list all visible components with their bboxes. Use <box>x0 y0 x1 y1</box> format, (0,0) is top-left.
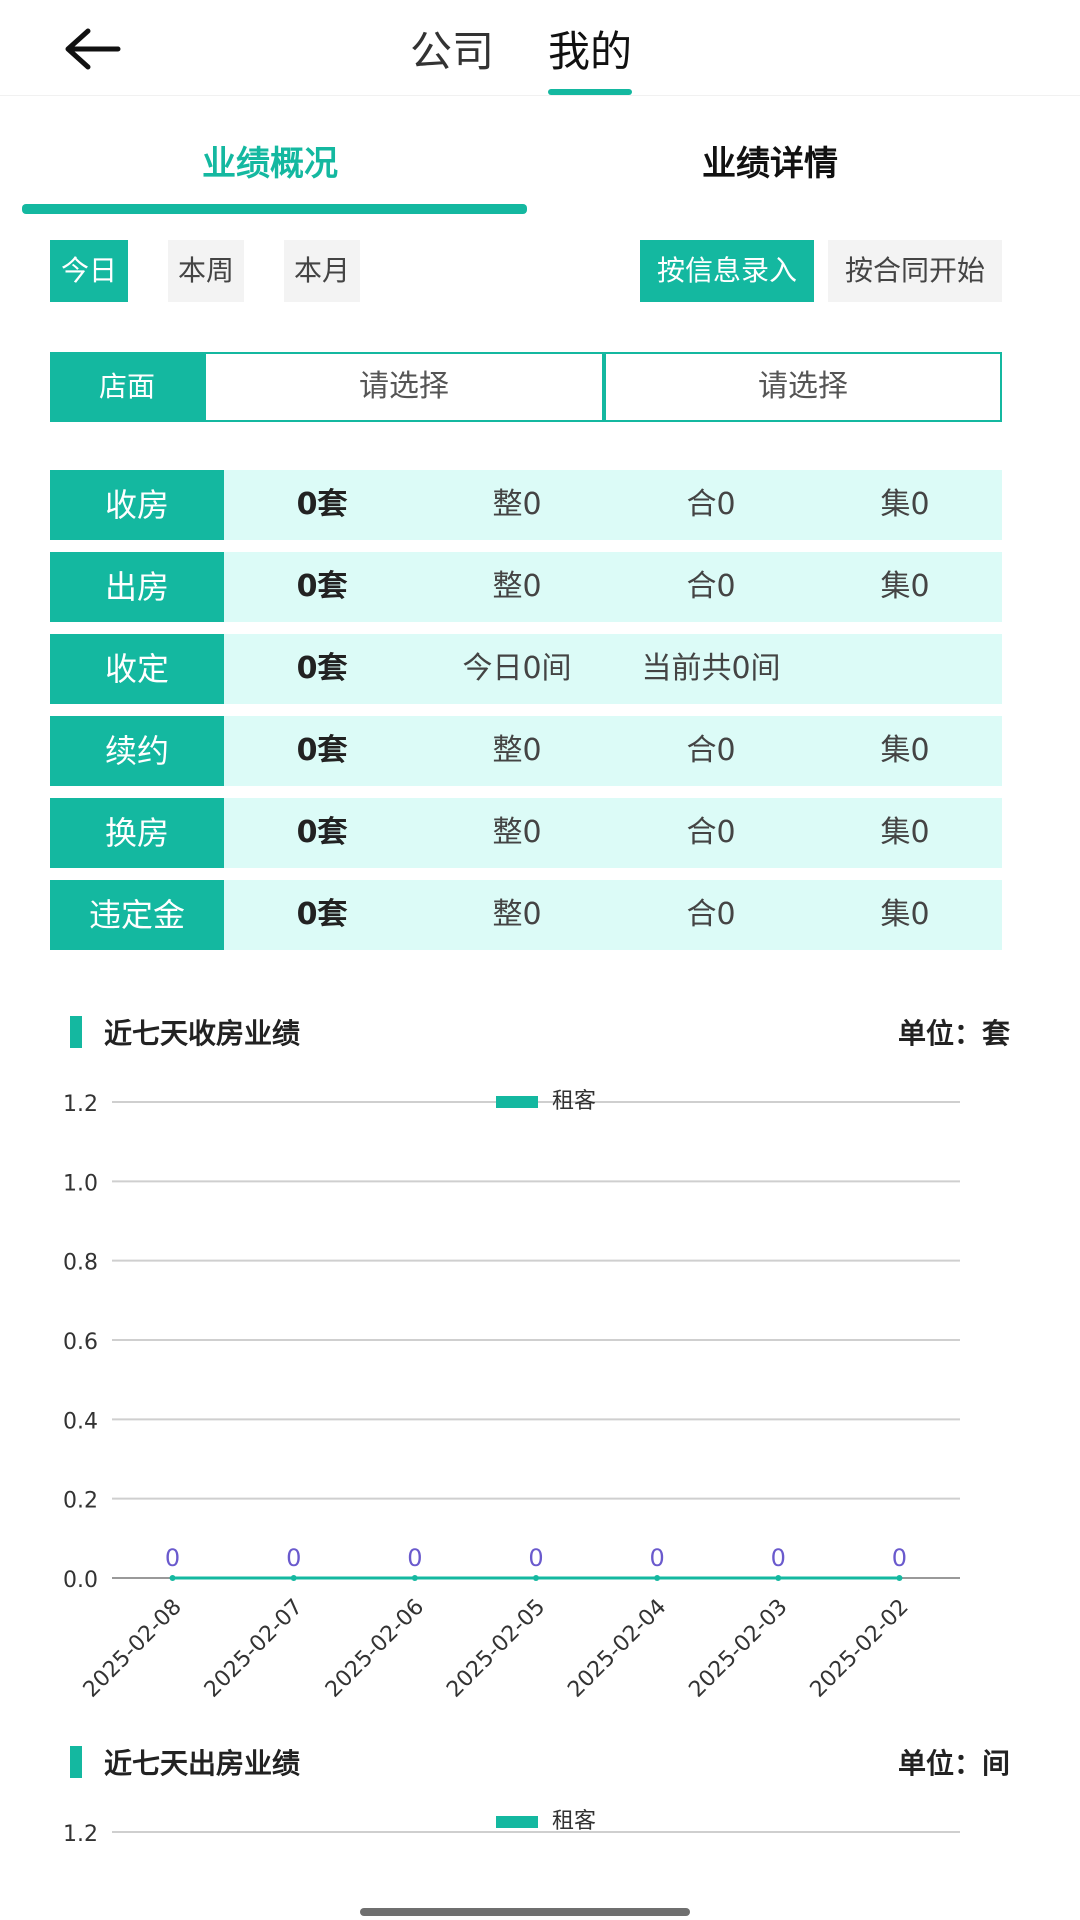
stats-table: 收房 0套 整0 合0 集0 出房 0套 整0 合0 集0 收定 0套 今日0间… <box>50 470 1002 962</box>
stat-current-rooms: 当前共0间 <box>641 651 781 686</box>
stat-shared: 合0 <box>686 487 736 522</box>
stat-shared: 合0 <box>686 815 736 850</box>
data-label: 0 <box>892 1544 907 1572</box>
stat-collective: 集0 <box>880 897 930 932</box>
data-label: 0 <box>528 1544 543 1572</box>
chart-title: 近七天出房业绩 <box>104 1747 301 1780</box>
stat-today-rooms: 今日0间 <box>462 651 572 686</box>
stat-label: 收定 <box>50 634 224 704</box>
stat-whole: 整0 <box>492 569 542 604</box>
stat-collective: 集0 <box>880 815 930 850</box>
stat-count: 0套 <box>296 651 348 686</box>
data-label: 0 <box>407 1544 422 1572</box>
stat-row-weidingjin: 违定金 0套 整0 合0 集0 <box>50 880 1002 950</box>
stat-collective: 集0 <box>880 733 930 768</box>
data-label: 0 <box>650 1544 665 1572</box>
stat-label: 换房 <box>50 798 224 868</box>
tab-mine[interactable]: 我的 <box>548 18 633 95</box>
data-label: 0 <box>771 1544 786 1572</box>
subtab-indicator <box>22 204 527 214</box>
legend-label: 租客 <box>552 1809 596 1834</box>
stat-empty <box>808 634 1002 704</box>
stat-shared: 合0 <box>686 733 736 768</box>
chart-unit: 单位：间 <box>897 1747 1010 1780</box>
stat-label: 续约 <box>50 716 224 786</box>
stat-row-xuyue: 续约 0套 整0 合0 集0 <box>50 716 1002 786</box>
chart-unit: 单位：套 <box>897 1017 1010 1050</box>
chart-shoufang: 近七天收房业绩 单位：套 0.0 0.2 0.4 0.6 0.8 1.0 1.2 租客 0 202… <box>0 1012 1080 1702</box>
stat-label: 收房 <box>50 470 224 540</box>
y-tick-label: 1.0 <box>63 1171 98 1196</box>
stat-row-chufang: 出房 0套 整0 合0 集0 <box>50 552 1002 622</box>
chart-chufang-svg: 1.2 租客 <box>63 1809 960 1847</box>
stat-whole: 整0 <box>492 897 542 932</box>
tab-performance-detail[interactable]: 业绩详情 <box>702 136 838 185</box>
stat-whole: 整0 <box>492 815 542 850</box>
stat-row-shouding: 收定 0套 今日0间 当前共0间 <box>50 634 1002 704</box>
stat-collective: 集0 <box>880 569 930 604</box>
stat-row-shoufang: 收房 0套 整0 合0 集0 <box>50 470 1002 540</box>
filter-today-button[interactable]: 今日 <box>50 240 128 302</box>
legend-label: 租客 <box>552 1089 596 1114</box>
store-select-1[interactable]: 请选择 <box>204 352 604 422</box>
tab-company[interactable]: 公司 <box>410 18 494 79</box>
legend-swatch <box>496 1096 538 1108</box>
chart-header: 近七天出房业绩 单位：间 <box>70 1742 1010 1786</box>
performance-subtabs: 业绩概况 业绩详情 <box>22 118 1022 218</box>
legend-swatch <box>496 1816 538 1828</box>
y-tick-label: 1.2 <box>63 1822 98 1847</box>
stat-shared: 合0 <box>686 569 736 604</box>
active-tab-underline <box>548 89 633 95</box>
stat-label: 出房 <box>50 552 224 622</box>
stat-count: 0套 <box>296 487 348 522</box>
stat-whole: 整0 <box>492 733 542 768</box>
home-indicator <box>360 1908 690 1916</box>
y-tick-label: 0.0 <box>63 1568 98 1593</box>
chart-header: 近七天收房业绩 单位：套 <box>70 1012 1010 1056</box>
stat-count: 0套 <box>296 815 348 850</box>
filter-bar: 今日 本周 本月 按信息录入 按合同开始 <box>50 240 1002 304</box>
y-tick-label: 1.2 <box>63 1092 98 1117</box>
stat-whole: 整0 <box>492 487 542 522</box>
top-tabs: 公司 我的 <box>0 0 1080 96</box>
store-select-2[interactable]: 请选择 <box>604 352 1002 422</box>
x-tick-label: 2025-02-05 <box>442 1595 550 1702</box>
section-marker <box>70 1746 82 1778</box>
x-tick-label: 2025-02-03 <box>684 1595 792 1702</box>
x-tick-label: 2025-02-02 <box>806 1595 914 1702</box>
top-bar: 公司 我的 <box>0 0 1080 96</box>
filter-by-contract-button[interactable]: 按合同开始 <box>828 240 1002 302</box>
y-tick-label: 0.2 <box>63 1489 98 1514</box>
section-marker <box>70 1016 82 1048</box>
x-tick-label: 2025-02-07 <box>200 1595 308 1702</box>
y-tick-label: 0.4 <box>63 1409 98 1434</box>
stat-count: 0套 <box>296 733 348 768</box>
chart-chufang: 近七天出房业绩 单位：间 1.2 租客 <box>0 1742 1080 1902</box>
chart-shoufang-svg: 0.0 0.2 0.4 0.6 0.8 1.0 1.2 租客 0 2025-02-08 0 2025-… <box>63 1089 960 1702</box>
data-label: 0 <box>286 1544 301 1572</box>
filter-by-entry-button[interactable]: 按信息录入 <box>640 240 814 302</box>
x-tick-label: 2025-02-06 <box>321 1595 429 1702</box>
data-label: 0 <box>165 1544 180 1572</box>
stat-label: 违定金 <box>50 880 224 950</box>
store-selector: 店面 请选择 请选择 <box>50 352 1002 422</box>
stat-collective: 集0 <box>880 487 930 522</box>
y-tick-label: 0.8 <box>63 1251 98 1276</box>
chart-title: 近七天收房业绩 <box>104 1017 301 1050</box>
stat-shared: 合0 <box>686 897 736 932</box>
tab-performance-overview[interactable]: 业绩概况 <box>202 136 338 185</box>
filter-week-button[interactable]: 本周 <box>168 240 244 302</box>
filter-month-button[interactable]: 本月 <box>284 240 360 302</box>
stat-count: 0套 <box>296 569 348 604</box>
x-tick-label: 2025-02-04 <box>563 1595 671 1702</box>
y-tick-label: 0.6 <box>63 1330 98 1355</box>
store-label: 店面 <box>50 352 204 422</box>
stat-row-huanfang: 换房 0套 整0 合0 集0 <box>50 798 1002 868</box>
x-tick-label: 2025-02-08 <box>79 1595 187 1702</box>
stat-count: 0套 <box>296 897 348 932</box>
